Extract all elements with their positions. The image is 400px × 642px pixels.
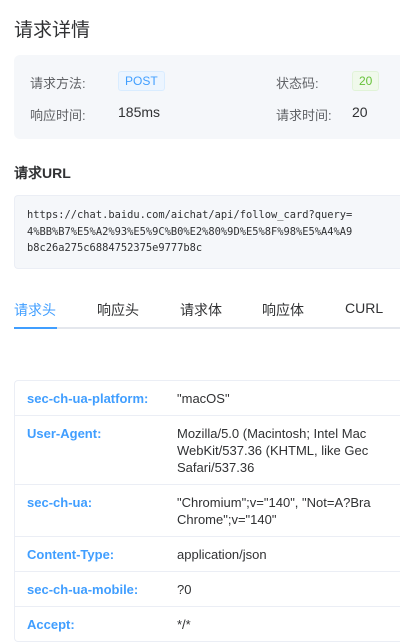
method-badge: POST xyxy=(118,71,165,91)
header-value: application/json xyxy=(177,547,267,562)
summary-panel: 请求方法: POST 状态码: 20 响应时间: 185ms 请求时间: 20 xyxy=(14,55,400,139)
active-tab-indicator xyxy=(14,327,57,329)
duration-label: 响应时间: xyxy=(30,108,86,123)
tab-response-body[interactable]: 响应体 xyxy=(262,300,304,320)
page-title: 请求详情 xyxy=(14,20,91,41)
table-row: sec-ch-ua-mobile: ?0 xyxy=(15,571,400,606)
header-value: Mozilla/5.0 (Macintosh; Intel Mac WebKit… xyxy=(177,426,369,475)
tab-curl[interactable]: CURL xyxy=(345,300,383,316)
url-line: b8c26a275c6884752375e9777b8c xyxy=(27,242,203,254)
status-label: 状态码: xyxy=(276,76,319,91)
tab-response-headers[interactable]: 响应头 xyxy=(97,300,139,320)
time-label: 请求时间: xyxy=(276,108,332,123)
table-row: sec-ch-ua: "Chromium";v="140", "Not=A?Bra… xyxy=(15,484,400,536)
header-key: sec-ch-ua: xyxy=(27,495,93,510)
url-box[interactable]: https://chat.baidu.com/aichat/api/follow… xyxy=(14,195,400,269)
tab-request-body[interactable]: 请求体 xyxy=(180,300,222,320)
header-value: "macOS" xyxy=(177,391,230,406)
tab-bar: 请求头 响应头 请求体 响应体 CURL xyxy=(14,297,400,329)
header-key: User-Agent: xyxy=(27,426,102,441)
method-label: 请求方法: xyxy=(30,76,86,91)
table-row: User-Agent: Mozilla/5.0 (Macintosh; Intel… xyxy=(15,415,400,484)
tab-request-headers[interactable]: 请求头 xyxy=(14,300,56,320)
header-value: "Chromium";v="140", "Not=A?Bra Chrome";v… xyxy=(177,495,371,527)
header-key: sec-ch-ua-mobile: xyxy=(27,582,139,597)
headers-table: sec-ch-ua-platform: "macOS" User-Agent: Mo… xyxy=(14,380,400,642)
url-line: https://chat.baidu.com/aichat/api/follow… xyxy=(27,209,353,221)
status-badge: 20 xyxy=(352,71,380,91)
duration-value: 185ms xyxy=(118,104,161,120)
header-value: */* xyxy=(177,617,191,632)
url-line: 4%BB%B7%E5%A2%93%E5%9C%B0%E2%80%9D%E5%8F… xyxy=(27,225,353,238)
time-value: 20 xyxy=(352,104,368,120)
header-key: Accept: xyxy=(27,617,75,632)
header-value: ?0 xyxy=(177,582,192,597)
table-row: Content-Type: application/json xyxy=(15,536,400,571)
table-row: Accept: */* xyxy=(15,606,400,641)
url-heading: 请求URL xyxy=(14,165,71,181)
header-key: sec-ch-ua-platform: xyxy=(27,391,149,406)
header-key: Content-Type: xyxy=(27,547,115,562)
table-row: sec-ch-ua-platform: "macOS" xyxy=(15,381,400,415)
